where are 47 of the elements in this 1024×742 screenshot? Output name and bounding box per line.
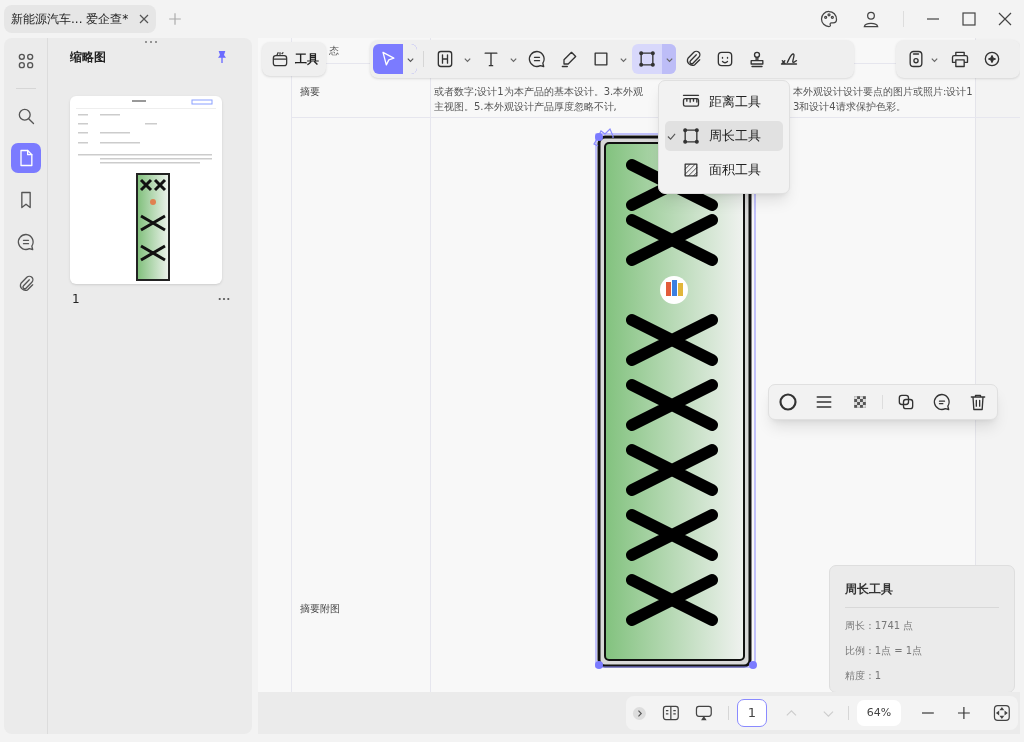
sidebar-button[interactable] bbox=[10, 143, 41, 173]
speech-bubble-icon bbox=[527, 49, 547, 69]
palette-icon[interactable] bbox=[819, 9, 839, 29]
text-line: 本外观设计设计要点的图片或照片:设计1 bbox=[793, 85, 973, 99]
menu-item[interactable]: 周长工具 bbox=[665, 121, 783, 151]
zoom-field[interactable]: 64% bbox=[857, 700, 901, 726]
heading-icon bbox=[435, 49, 455, 69]
text-line: 主视图。5.本外观设计产品厚度忽略不计, bbox=[434, 100, 617, 114]
document-tab[interactable]: 新能源汽车... 爱企查* bbox=[4, 5, 156, 33]
page-thumbnail[interactable] bbox=[70, 96, 222, 284]
printer-icon bbox=[950, 49, 970, 69]
close-icon[interactable] bbox=[998, 12, 1012, 26]
tool-button[interactable] bbox=[632, 44, 676, 74]
speech-bubble-icon bbox=[932, 392, 953, 412]
page-input[interactable]: 1 bbox=[737, 699, 767, 727]
measurement-text: 精度 : 1 bbox=[845, 669, 883, 683]
sparkle-icon bbox=[982, 49, 1002, 69]
user-icon[interactable] bbox=[861, 9, 881, 29]
tools-button[interactable]: 工具 bbox=[262, 42, 326, 76]
expand-button[interactable] bbox=[632, 705, 647, 721]
page-number: 1 bbox=[72, 291, 80, 308]
field-label: 摘要附图 bbox=[300, 602, 340, 616]
text-line: 3和设计4请求保护色彩。 bbox=[793, 100, 906, 114]
menu-item[interactable]: 距离工具 bbox=[665, 87, 783, 117]
more-icon[interactable] bbox=[218, 297, 230, 301]
close-icon[interactable] bbox=[138, 13, 150, 25]
measure-icon bbox=[637, 49, 657, 69]
panel-title: 周长工具 bbox=[845, 580, 999, 608]
zoom-in-icon[interactable] bbox=[956, 706, 971, 720]
speech-bubble-icon bbox=[15, 232, 36, 252]
presentation-icon[interactable] bbox=[694, 703, 715, 723]
perimeter-icon bbox=[681, 126, 701, 146]
text-line: 或者数字;设计1为本产品的基本设计。3.本外观 bbox=[434, 85, 644, 99]
sticker-icon bbox=[715, 49, 735, 69]
measurement-text: 周长 : 1741 点 bbox=[845, 619, 915, 633]
field-label: 态 bbox=[329, 44, 339, 58]
field-label: 摘要 bbox=[300, 85, 320, 99]
pencil-icon bbox=[559, 49, 579, 69]
drag-handle-icon[interactable] bbox=[144, 40, 158, 44]
check-icon bbox=[667, 131, 676, 141]
ring-icon bbox=[777, 392, 798, 412]
panel-title: 缩略图 bbox=[70, 49, 106, 66]
maximize-icon[interactable] bbox=[962, 12, 976, 26]
fit-page-icon[interactable] bbox=[992, 703, 1012, 723]
measurement-text: 比例 : 1点 = 1点 bbox=[845, 644, 924, 658]
menu-item[interactable]: 面积工具 bbox=[665, 155, 783, 185]
book-icon[interactable] bbox=[660, 703, 681, 723]
